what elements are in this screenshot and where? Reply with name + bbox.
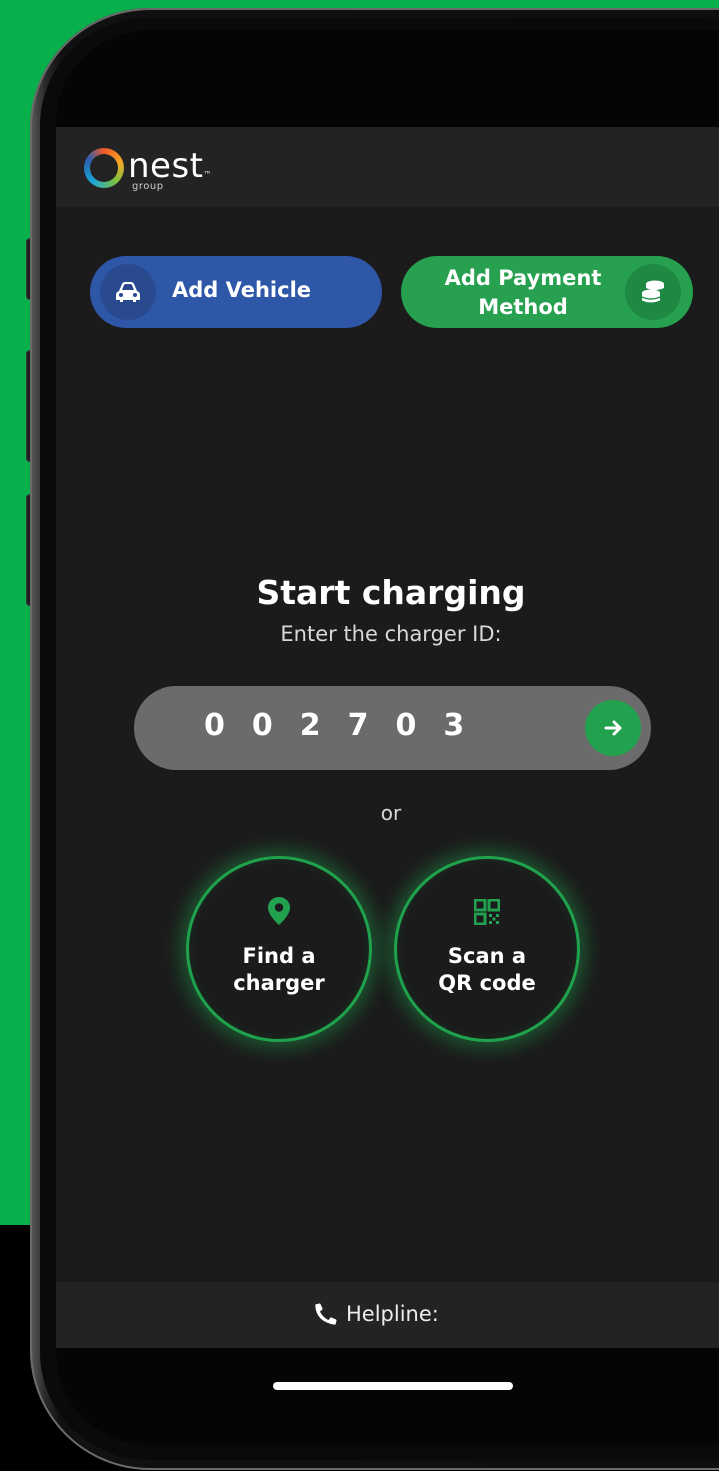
coins-icon	[625, 264, 681, 320]
helpline-label: Helpline:	[346, 1302, 439, 1326]
bottom-safe-area	[56, 1348, 719, 1445]
logo-sub: group	[132, 181, 164, 192]
find-charger-label: Find a charger	[189, 943, 369, 997]
submit-charger-id-button[interactable]	[585, 700, 641, 756]
charger-id-value: 002703	[204, 708, 492, 743]
status-bar	[56, 30, 719, 127]
car-icon	[100, 264, 156, 320]
logo-tm: ™	[203, 170, 212, 179]
map-pin-icon	[268, 897, 290, 925]
app-screen: nest™ group Add Vehicle Add Payment Meth…	[56, 30, 719, 1445]
scan-qr-button[interactable]: Scan a QR code	[394, 856, 580, 1042]
start-charging-title: Start charging	[256, 573, 526, 612]
stage: nest™ group Add Vehicle Add Payment Meth…	[0, 0, 719, 1471]
helpline-bar[interactable]: Helpline:	[56, 1282, 719, 1348]
qr-code-icon	[474, 899, 500, 925]
add-payment-label: Add Payment Method	[444, 266, 602, 319]
phone-icon	[315, 1303, 337, 1325]
or-divider: or	[380, 801, 402, 825]
add-payment-method-button[interactable]: Add Payment Method	[401, 256, 693, 328]
logo-word: nest	[128, 146, 204, 186]
find-charger-button[interactable]: Find a charger	[186, 856, 372, 1042]
scan-qr-text: Scan a QR code	[438, 944, 536, 995]
logo-text: nest™ group	[128, 146, 212, 192]
app-header: nest™ group	[56, 127, 719, 207]
add-vehicle-button[interactable]: Add Vehicle	[90, 256, 382, 328]
helpline-link[interactable]: Helpline:	[314, 1302, 439, 1326]
scan-qr-label: Scan a QR code	[397, 943, 577, 997]
brand-logo: nest™ group	[84, 143, 212, 193]
find-charger-text: Find a charger	[233, 944, 325, 995]
arrow-right-icon	[604, 720, 622, 736]
add-vehicle-label: Add Vehicle	[172, 278, 312, 302]
charger-id-prompt: Enter the charger ID:	[280, 622, 502, 646]
logo-ring-icon	[84, 148, 124, 188]
home-indicator[interactable]	[273, 1382, 513, 1390]
charger-id-input[interactable]: 002703	[134, 686, 651, 770]
